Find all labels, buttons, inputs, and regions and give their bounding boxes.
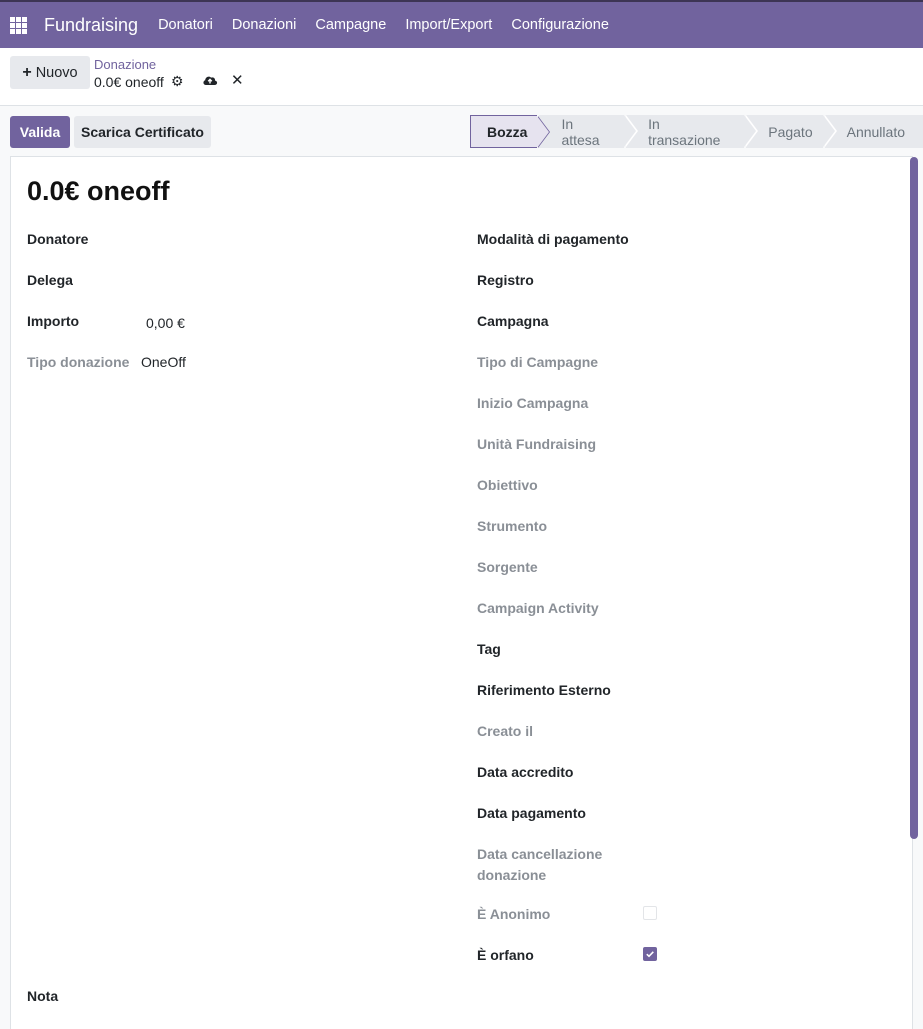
cloud-upload-icon[interactable]: [202, 74, 218, 86]
label-delega: Delega: [27, 272, 73, 288]
label-donatore: Donatore: [27, 231, 89, 247]
label-strumento: Strumento: [477, 518, 547, 534]
stage-bozza[interactable]: Bozza: [470, 115, 551, 148]
menu-import-export[interactable]: Import/Export: [405, 17, 492, 33]
plus-icon: +: [22, 63, 32, 81]
label-data-pagamento: Data pagamento: [477, 805, 586, 821]
validate-button[interactable]: Valida: [10, 116, 70, 148]
gear-icon[interactable]: ⚙: [171, 73, 184, 90]
discard-icon[interactable]: ✕: [231, 71, 244, 89]
label-riferimento-esterno: Riferimento Esterno: [477, 682, 611, 698]
menu-donazioni[interactable]: Donazioni: [232, 17, 297, 33]
label-campagna: Campagna: [477, 313, 549, 329]
anonimo-checkbox[interactable]: [643, 906, 657, 920]
label-orfano: È orfano: [477, 947, 534, 963]
scrollbar[interactable]: [910, 157, 918, 839]
label-tipo-campagne: Tipo di Campagne: [477, 354, 599, 370]
stage-in-transazione[interactable]: In transazione: [626, 115, 759, 148]
label-importo: Importo: [27, 313, 80, 329]
label-registro: Registro: [477, 272, 534, 288]
record-title: 0.0€ oneoff: [27, 176, 170, 206]
breadcrumb-current-label: 0.0€ oneoff: [94, 73, 164, 90]
form-sheet: [10, 156, 913, 1029]
app-brand[interactable]: Fundraising: [44, 15, 138, 36]
label-tag: Tag: [477, 641, 501, 657]
top-navbar: Fundraising Donatori Donazioni Campagne …: [0, 0, 923, 48]
menu-configurazione[interactable]: Configurazione: [511, 17, 609, 33]
breadcrumb-parent[interactable]: Donazione: [94, 57, 156, 72]
new-button[interactable]: + Nuovo: [10, 56, 90, 89]
new-button-label: Nuovo: [35, 64, 78, 81]
download-certificate-button[interactable]: Scarica Certificato: [74, 116, 211, 148]
apps-menu-icon[interactable]: [0, 2, 36, 48]
check-icon: [646, 951, 654, 958]
menu-campagne[interactable]: Campagne: [315, 17, 386, 33]
stage-annullato[interactable]: Annullato: [824, 115, 923, 148]
breadcrumb-current: 0.0€ oneoff ⚙: [94, 73, 183, 90]
field-tipo-donazione: OneOff: [141, 354, 186, 370]
orfano-checkbox[interactable]: [643, 947, 657, 961]
label-obiettivo: Obiettivo: [477, 477, 538, 493]
label-data-cancellazione: Data cancellazione: [477, 846, 603, 862]
label-nota: Nota: [27, 988, 59, 1004]
status-bar: Bozza In attesa In transazione Pagato An…: [470, 115, 923, 148]
stage-in-attesa[interactable]: In attesa: [539, 115, 638, 148]
label-anonimo: È Anonimo: [477, 906, 551, 922]
label-data-cancellazione-line2: donazione: [477, 867, 547, 883]
label-creato-il: Creato il: [477, 723, 534, 739]
label-data-accredito: Data accredito: [477, 764, 574, 780]
label-campaign-activity: Campaign Activity: [477, 600, 599, 616]
menu-donatori[interactable]: Donatori: [158, 17, 213, 33]
control-panel: + Nuovo Donazione 0.0€ oneoff ⚙ ✕: [0, 48, 923, 106]
label-sorgente: Sorgente: [477, 559, 538, 575]
label-unita-fundraising: Unità Fundraising: [477, 436, 596, 452]
label-tipo-donazione: Tipo donazione: [27, 354, 130, 370]
label-modalita-pagamento: Modalità di pagamento: [477, 231, 629, 247]
label-inizio-campagna: Inizio Campagna: [477, 395, 589, 411]
field-importo[interactable]: 0,00 €: [146, 315, 185, 331]
